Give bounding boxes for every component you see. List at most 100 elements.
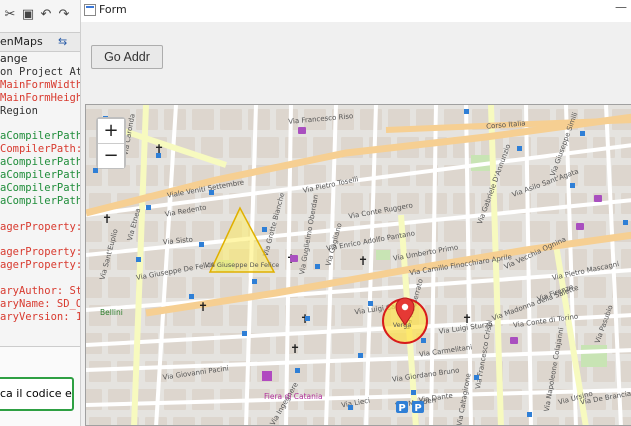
- zoom-in-button[interactable]: +: [98, 119, 124, 143]
- go-addr-button[interactable]: Go Addr: [91, 45, 163, 69]
- transit-stop-icon: [358, 353, 363, 358]
- undo-icon[interactable]: ↶: [38, 7, 54, 23]
- transit-stop-icon: [156, 153, 161, 158]
- city-block: [108, 389, 130, 410]
- city-block: [341, 361, 363, 382]
- ide-code-line: aCompilerPath: [0, 194, 80, 207]
- city-block: [257, 137, 279, 158]
- city-block: [341, 417, 363, 425]
- ide-code-line: aryVersion: 1: [0, 310, 80, 323]
- church-icon: ✝: [198, 300, 208, 314]
- city-block: [537, 417, 559, 425]
- city-block: [621, 193, 631, 214]
- place-label: Bellini: [100, 308, 123, 317]
- transit-stop-icon: [421, 338, 426, 343]
- city-block: [304, 333, 326, 354]
- minimize-button[interactable]: —: [611, 0, 631, 16]
- city-block: [528, 221, 550, 242]
- transit-stop-icon: [368, 301, 373, 306]
- transit-stop-icon: [209, 190, 214, 195]
- transit-stop-icon: [146, 205, 151, 210]
- city-block: [192, 277, 214, 298]
- city-block: [621, 249, 631, 270]
- transit-stop-icon: [252, 279, 257, 284]
- ide-code-line: Region: [0, 104, 38, 117]
- ide-panel-tab[interactable]: enMaps ⇆: [0, 32, 80, 52]
- shop-icon: [576, 223, 584, 230]
- transit-stop-icon: [348, 405, 353, 410]
- church-icon: ✝: [462, 312, 472, 326]
- map-view[interactable]: Corso Italia Via Francesco Riso Viale Veni…: [85, 104, 631, 426]
- ide-bottom-panel: ca il codice e: [0, 346, 80, 426]
- city-block: [201, 417, 223, 425]
- shop-icon: [290, 255, 298, 262]
- city-block: [86, 277, 102, 298]
- city-block: [164, 165, 186, 186]
- transit-stop-icon: [411, 390, 416, 395]
- city-block: [369, 417, 391, 425]
- transit-stop-icon: [464, 109, 469, 114]
- transit-stop-icon: [623, 220, 628, 225]
- ide-code-lines: on Project At MainFormWidth MainFormHeigh R…: [0, 66, 80, 324]
- city-block: [145, 249, 167, 270]
- paste-icon[interactable]: ▣: [20, 7, 36, 23]
- ide-code-line: CompilerPath:: [0, 143, 80, 156]
- city-block: [136, 165, 158, 186]
- city-block: [257, 305, 279, 326]
- parking-icon-letter: P: [414, 403, 421, 414]
- transit-stop-icon: [262, 227, 267, 232]
- church-icon: ✝: [290, 342, 300, 356]
- ide-panel-tab-label: enMaps: [0, 35, 43, 48]
- redo-icon[interactable]: ↷: [56, 7, 72, 23]
- ide-code-line: aCompilerPath: [0, 182, 80, 195]
- city-block: [86, 221, 102, 242]
- triangle-overlay-label: Via Giuseppe De Felice: [205, 261, 279, 269]
- city-block: [220, 109, 242, 130]
- city-block: [220, 277, 242, 298]
- cut-icon[interactable]: ✂: [2, 7, 18, 23]
- city-block: [192, 221, 214, 242]
- ide-background-window: ✂ ▣ ↶ ↷ enMaps ⇆ ange on Project At MainF…: [0, 0, 80, 426]
- city-block: [444, 221, 466, 242]
- attraction-icon: [262, 371, 272, 381]
- city-block: [612, 165, 631, 186]
- city-block: [164, 333, 186, 354]
- ide-code-line: [0, 234, 80, 247]
- city-block: [425, 417, 447, 425]
- ide-toolbar: ✂ ▣ ↶ ↷: [0, 0, 80, 30]
- ide-code-line: aCompilerPath: [0, 156, 80, 169]
- transit-stop-icon: [527, 412, 532, 417]
- sync-icon[interactable]: ⇆: [58, 33, 67, 51]
- city-block: [313, 361, 335, 382]
- transit-stop-icon: [305, 316, 310, 321]
- transit-stop-icon: [474, 375, 479, 380]
- city-block: [313, 417, 335, 425]
- ide-code-line: on Project At: [0, 66, 80, 78]
- city-block: [360, 333, 382, 354]
- ide-code-line: agerProperty:: [0, 246, 80, 259]
- ide-code-line: MainFormWidth: [0, 78, 80, 91]
- ide-code-line: agerProperty:: [0, 259, 80, 272]
- city-block: [164, 277, 186, 298]
- city-block: [285, 417, 307, 425]
- park-area: [376, 250, 390, 260]
- city-block: [229, 137, 251, 158]
- city-block: [192, 333, 214, 354]
- shop-icon: [510, 337, 518, 344]
- ide-search-input[interactable]: ca il codice e: [0, 377, 74, 411]
- place-label: Fiera di Catania: [264, 392, 323, 401]
- title-bar[interactable]: Form —: [81, 0, 631, 22]
- park-area: [581, 345, 607, 367]
- church-icon: ✝: [102, 212, 112, 226]
- zoom-out-button[interactable]: −: [98, 144, 124, 168]
- ide-code-line: aryAuthor: St: [0, 285, 80, 298]
- parking-icon-letter: P: [398, 403, 405, 414]
- city-block: [136, 389, 158, 410]
- city-block: [584, 277, 606, 298]
- ide-code-line: [0, 208, 80, 221]
- city-block: [173, 417, 195, 425]
- ide-code-line: agerProperty:: [0, 220, 80, 233]
- map-canvas[interactable]: Corso ItaliaVia Francesco RisoViale Veni…: [86, 105, 631, 426]
- church-icon: ✝: [358, 254, 368, 268]
- city-block: [192, 109, 214, 130]
